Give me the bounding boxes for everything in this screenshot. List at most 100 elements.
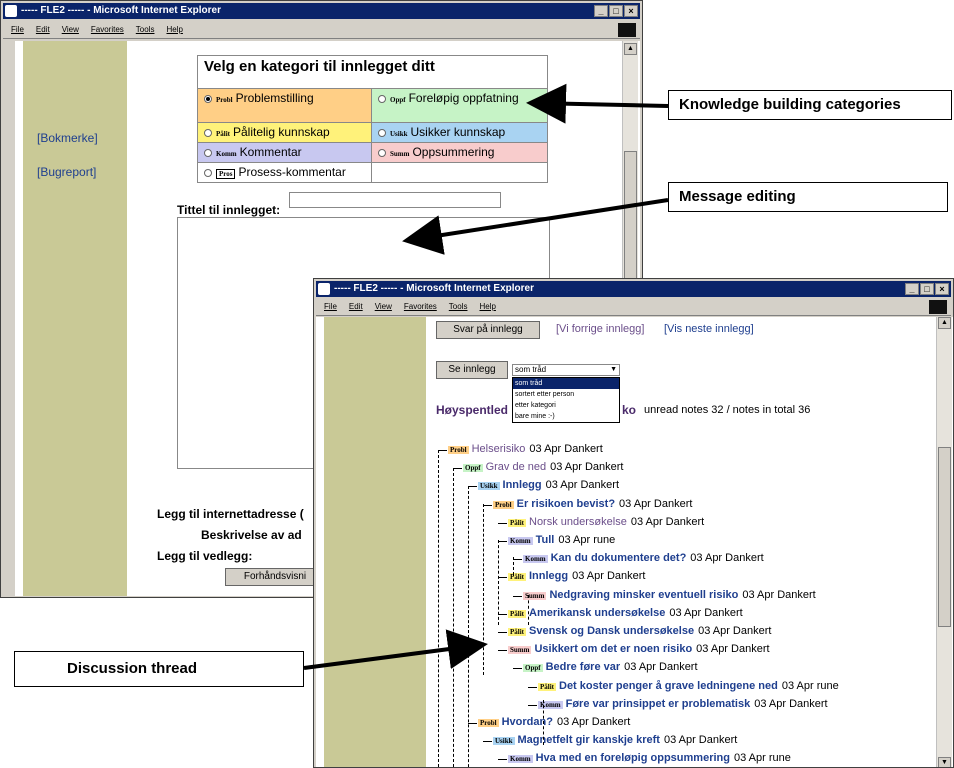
thread-item-title[interactable]: Føre var prinsippet er problematisk: [566, 698, 751, 710]
thread-item[interactable]: Usikk Innlegg 03 Apr Dankert: [478, 478, 619, 492]
cat-cell-2[interactable]: Pålit Pålitelig kunnskap: [197, 122, 372, 143]
thread-item-title[interactable]: Er risikoen bevist?: [517, 498, 615, 510]
tree-connector: [438, 450, 447, 451]
thread-item[interactable]: Probl Er risikoen bevist? 03 Apr Dankert: [493, 497, 692, 511]
thread-item[interactable]: Usikk Magnetfelt gir kanskje kreft 03 Apr …: [493, 733, 737, 747]
cat-label: Problemstilling: [235, 91, 314, 105]
thread-item-title[interactable]: Tull: [536, 534, 555, 546]
close-button[interactable]: ×: [935, 283, 949, 295]
thread-item-meta: 03 Apr rune: [781, 679, 839, 692]
minimize-button[interactable]: _: [594, 5, 608, 17]
thread-item-meta: 03 Apr Dankert: [630, 515, 705, 528]
menu-edit[interactable]: Edit: [349, 302, 363, 311]
tree-connector: [498, 632, 507, 633]
thread-item-title[interactable]: Det koster penger å grave ledningene ned: [559, 680, 778, 692]
bookmark-link[interactable]: [Bokmerke]: [37, 131, 98, 145]
menu-tools[interactable]: Tools: [449, 302, 468, 311]
menu-help[interactable]: Help: [166, 25, 182, 34]
thread-item[interactable]: Komm Tull 03 Apr rune: [508, 533, 615, 547]
tree-line: [468, 486, 469, 767]
thread-scrollbar[interactable]: ▲ ▼: [936, 317, 952, 767]
thread-item-title[interactable]: Hva med en foreløpig oppsummering: [536, 752, 730, 764]
preview-button[interactable]: Forhåndsvisni: [225, 568, 325, 586]
description-label: Beskrivelse av ad: [201, 528, 302, 542]
cat-cell-5[interactable]: Summ Oppsummering: [371, 142, 548, 163]
thread-item-title[interactable]: Magnetfelt gir kanskje kreft: [518, 734, 660, 746]
thread-item-title[interactable]: Svensk og Dansk undersøkelse: [529, 625, 694, 637]
thread-item-meta: 03 Apr Dankert: [698, 625, 772, 637]
thread-item[interactable]: Probl Helserisiko 03 Apr Dankert: [448, 442, 603, 456]
maximize-button[interactable]: □: [920, 283, 934, 295]
thread-item[interactable]: Pålit Det koster penger å grave ledningen…: [538, 679, 839, 693]
thread-item-title[interactable]: Norsk undersøkelse: [529, 516, 627, 528]
thread-item[interactable]: Komm Kan du dokumentere det? 03 Apr Danker…: [523, 551, 764, 565]
thread-item-title[interactable]: Bedre føre var: [546, 661, 621, 673]
thread-item-title[interactable]: Helserisiko: [472, 443, 526, 455]
scroll-thumb[interactable]: [938, 447, 951, 627]
radio-2[interactable]: [204, 128, 212, 137]
thread-item-meta: 03 Apr Dankert: [669, 606, 743, 619]
menu-favorites[interactable]: Favorites: [404, 302, 437, 311]
tree-connector: [498, 650, 507, 652]
category-heading: Velg en kategori til innlegget ditt: [197, 55, 548, 89]
radio-6[interactable]: [204, 168, 212, 177]
minimize-button[interactable]: _: [905, 283, 919, 295]
thread-item[interactable]: Pålit Amerikansk undersøkelse 03 Apr Danke…: [508, 606, 743, 620]
callout-knowledge-categories: Knowledge building categories: [668, 90, 952, 120]
thread-item[interactable]: Summ Nedgraving minsker eventuell risiko 0…: [523, 588, 816, 602]
radio-0[interactable]: [204, 94, 212, 103]
thread-item[interactable]: Pålit Svensk og Dansk undersøkelse 03 Apr …: [508, 624, 771, 638]
tree-line: [453, 468, 454, 767]
thread-item[interactable]: Pålit Norsk undersøkelse 03 Apr Dankert: [508, 515, 704, 529]
menu-file[interactable]: File: [11, 25, 24, 34]
thread-item-title[interactable]: Innlegg: [503, 479, 542, 491]
cat-cell-3[interactable]: Usikk Usikker kunnskap: [371, 122, 548, 143]
scroll-up-icon[interactable]: ▲: [624, 43, 637, 55]
thread-item[interactable]: Oppf Bedre føre var 03 Apr Dankert: [523, 660, 698, 674]
menu-tools[interactable]: Tools: [136, 25, 155, 34]
radio-1[interactable]: [378, 94, 386, 103]
scroll-up-icon[interactable]: ▲: [938, 317, 951, 329]
maximize-button[interactable]: □: [609, 5, 623, 17]
callout-message-editing: Message editing: [668, 182, 948, 212]
thread-item-title[interactable]: Nedgraving minsker eventuell risiko: [549, 589, 738, 601]
cat-cell-0[interactable]: Probl Problemstilling: [197, 88, 372, 123]
thread-item[interactable]: Probl Hvordan? 03 Apr Dankert: [478, 715, 630, 729]
menu-view[interactable]: View: [62, 25, 79, 34]
thread-item-title[interactable]: Kan du dokumentere det?: [551, 552, 687, 564]
thread-item[interactable]: Komm Hva med en foreløpig oppsummering 03 …: [508, 751, 791, 765]
category-badge: Komm: [538, 700, 563, 709]
radio-3[interactable]: [378, 128, 386, 137]
thread-item-title[interactable]: Grav de ned: [486, 461, 547, 473]
thread-item[interactable]: Pålit Innlegg 03 Apr Dankert: [508, 569, 645, 583]
scroll-down-icon[interactable]: ▼: [938, 757, 951, 767]
thread-item[interactable]: Summ Usikkert om det er noen risiko 03 Apr…: [508, 642, 770, 656]
thread-item-title[interactable]: Hvordan?: [502, 716, 553, 728]
cat-label: Oppsummering: [412, 145, 495, 159]
tree-connector: [468, 486, 477, 488]
thread-item[interactable]: Oppf Grav de ned 03 Apr Dankert: [463, 460, 623, 474]
close-button[interactable]: ×: [624, 5, 638, 17]
title-input[interactable]: [289, 192, 501, 208]
thread-item-title[interactable]: Usikkert om det er noen risiko: [534, 643, 692, 655]
menu-file[interactable]: File: [324, 302, 337, 311]
cat-cell-6[interactable]: Pros Prosess-kommentar: [197, 162, 372, 183]
menu-edit[interactable]: Edit: [36, 25, 50, 34]
menu-help[interactable]: Help: [479, 302, 495, 311]
radio-4[interactable]: [204, 148, 212, 157]
category-badge: Komm: [508, 537, 533, 545]
bugreport-link[interactable]: [Bugreport]: [37, 165, 96, 179]
thread-item-meta: 03 Apr Dankert: [696, 643, 770, 656]
cat-cell-1[interactable]: Oppf Foreløpig oppfatning: [371, 88, 548, 123]
menu-view[interactable]: View: [375, 302, 392, 311]
cat-cell-4[interactable]: Komm Kommentar: [197, 142, 372, 163]
thread-item[interactable]: Komm Føre var prinsippet er problematisk 0…: [538, 697, 828, 711]
category-badge: Usikk: [478, 482, 500, 491]
cat-label: Kommentar: [239, 145, 302, 159]
tag-label: Probl: [216, 96, 233, 104]
menu-favorites[interactable]: Favorites: [91, 25, 124, 34]
thread-item-title[interactable]: Amerikansk undersøkelse: [529, 607, 665, 619]
thread-item-title[interactable]: Innlegg: [529, 570, 568, 582]
tree-connector: [498, 541, 507, 542]
radio-5[interactable]: [378, 148, 386, 157]
